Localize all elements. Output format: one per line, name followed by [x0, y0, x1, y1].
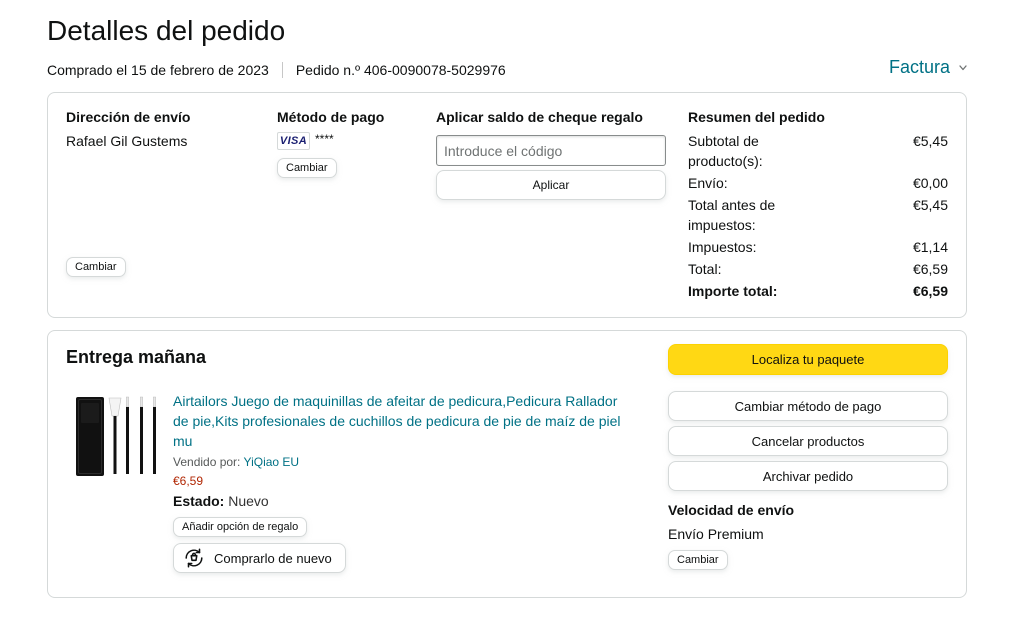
seller-link[interactable]: YiQiao EU — [244, 455, 300, 469]
summary-value: €6,59 — [912, 261, 948, 277]
meta-separator — [281, 62, 283, 78]
summary-row-shipping: Envío: €0,00 — [688, 173, 948, 193]
shipment-actions: Localiza tu paquete Cambiar método de pa… — [668, 344, 948, 570]
summary-value: €5,45 — [912, 133, 948, 149]
condition-label: Estado: — [173, 493, 225, 509]
order-summary-section: Resumen del pedido Subtotal de producto(… — [688, 107, 948, 303]
summary-label: Envío: — [688, 175, 728, 191]
summary-label: Subtotal de producto(s): — [688, 133, 763, 169]
condition-value: Nuevo — [228, 493, 269, 509]
order-meta: Comprado el 15 de febrero de 2023 Pedido… — [47, 60, 506, 80]
summary-label: Total antes de impuestos: — [688, 197, 776, 233]
cancel-items-button[interactable]: Cancelar productos — [668, 426, 948, 456]
payment-card: VISA **** — [277, 132, 427, 150]
order-info-panel: Dirección de envío Rafael Gil Gustems Ca… — [47, 92, 967, 318]
delivery-speed-heading: Velocidad de envío — [668, 502, 795, 518]
page-title: Detalles del pedido — [47, 15, 286, 46]
gift-card-code-input[interactable] — [436, 135, 666, 166]
summary-row-total: Total: €6,59 — [688, 259, 948, 279]
product-image-graphic — [76, 396, 156, 476]
track-package-button[interactable]: Localiza tu paquete — [668, 344, 948, 375]
apply-gift-card-button[interactable]: Aplicar — [436, 170, 666, 200]
summary-value: €0,00 — [912, 175, 948, 191]
chevron-down-icon — [959, 65, 967, 71]
item-condition: Estado: Nuevo — [173, 491, 628, 511]
payment-method-heading: Método de pago — [277, 109, 385, 125]
brush-thin — [139, 396, 143, 474]
change-delivery-speed-button[interactable]: Cambiar — [668, 550, 728, 570]
item-price: €6,59 — [173, 474, 204, 488]
summary-row-pretax-total: Total antes de impuestos: €5,45 — [688, 195, 948, 235]
product-details: Airtailors Juego de maquinillas de afeit… — [173, 391, 628, 573]
order-summary-rows: Subtotal de producto(s): €5,45 Envío: €0… — [688, 131, 948, 301]
grand-total-value: €6,59 — [912, 283, 948, 299]
shipping-address-section: Dirección de envío Rafael Gil Gustems — [66, 107, 266, 151]
buy-again-icon — [185, 548, 203, 568]
summary-value: €1,14 — [912, 239, 948, 255]
card-number-mask: **** — [315, 132, 334, 146]
invoice-label: Factura — [888, 57, 950, 77]
change-payment-method-button[interactable]: Cambiar método de pago — [668, 391, 948, 421]
summary-row-subtotal: Subtotal de producto(s): €5,45 — [688, 131, 948, 171]
gift-card-section: Aplicar saldo de cheque regalo Aplicar — [436, 107, 666, 200]
order-number: Pedido n.º 406-0090078-5029976 — [295, 62, 506, 78]
change-payment-button[interactable]: Cambiar — [277, 158, 337, 178]
gift-card-heading: Aplicar saldo de cheque regalo — [436, 109, 643, 125]
add-gift-option-button[interactable]: Añadir opción de regalo — [173, 517, 308, 537]
summary-value: €5,45 — [912, 197, 948, 213]
archive-order-button[interactable]: Archivar pedido — [668, 461, 948, 491]
shipping-address-heading: Dirección de envío — [66, 109, 191, 125]
change-address-button[interactable]: Cambiar — [66, 257, 126, 277]
payment-method-section: Método de pago VISA **** Cambiar — [277, 107, 427, 178]
sold-by-line: Vendido por: YiQiao EU — [173, 454, 628, 470]
brush-thin — [152, 396, 156, 474]
buy-again-label: Comprarlo de nuevo — [214, 550, 332, 566]
invoice-dropdown[interactable]: Factura — [889, 56, 967, 78]
brush-thin — [126, 396, 130, 474]
visa-logo: VISA — [277, 132, 310, 150]
summary-label: Impuestos: — [688, 239, 757, 255]
grand-total-label: Importe total: — [688, 283, 778, 299]
purchase-date: Comprado el 15 de febrero de 2023 — [47, 62, 269, 78]
brush-wide — [108, 397, 122, 474]
brush-pouch — [76, 397, 104, 476]
recipient-name: Rafael Gil Gustems — [66, 133, 188, 149]
delivery-status-heading: Entrega mañana — [66, 347, 207, 367]
summary-label: Total: — [688, 261, 722, 277]
sold-by-label: Vendido por: — [173, 455, 241, 469]
shipment-panel: Entrega mañana Airtailors Juego de maqui… — [47, 330, 967, 598]
delivery-speed-value: Envío Premium — [668, 526, 764, 542]
summary-row-taxes: Impuestos: €1,14 — [688, 237, 948, 257]
buy-again-button[interactable]: Comprarlo de nuevo — [173, 543, 346, 573]
summary-row-grand-total: Importe total: €6,59 — [688, 281, 948, 301]
product-title-link[interactable]: Airtailors Juego de maquinillas de afeit… — [173, 391, 628, 451]
order-summary-heading: Resumen del pedido — [688, 109, 825, 125]
product-image[interactable] — [75, 395, 158, 478]
